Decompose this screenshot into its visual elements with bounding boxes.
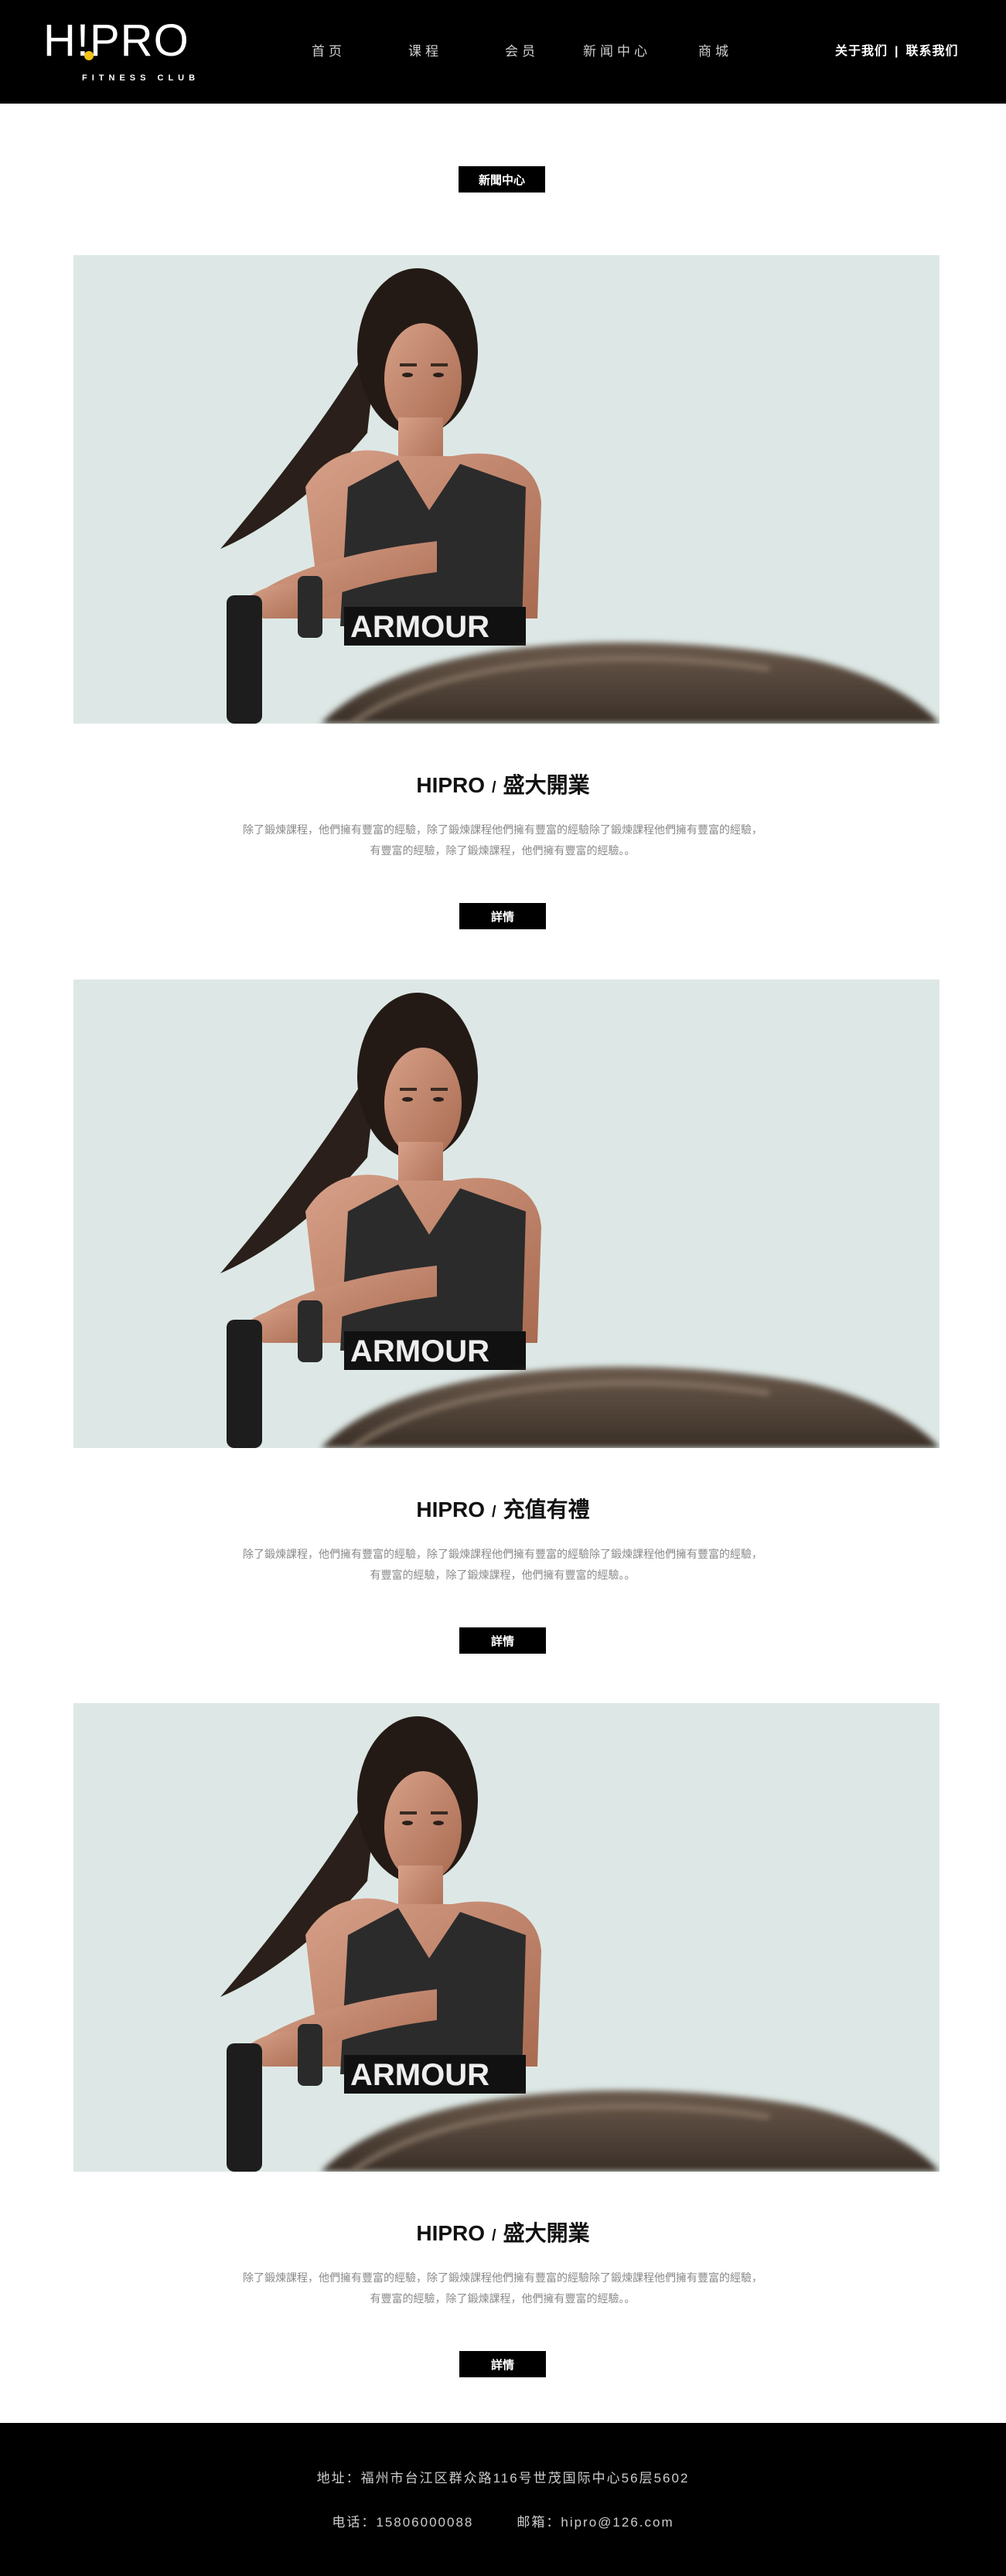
article-title-brand: HIPRO (416, 2221, 486, 2245)
article-title: HIPRO / 盛大開業 (0, 768, 1006, 799)
logo-wordmark: H!PRO (43, 15, 189, 66)
article-title: HIPRO / 盛大開業 (0, 2217, 1006, 2247)
logo-subtitle: FITNESS CLUB (82, 73, 200, 83)
footer-contact: 电话：15806000088 邮箱：hipro@126.com (0, 2511, 1006, 2530)
details-button[interactable]: 詳情 (459, 903, 546, 929)
logo-accent-dot (84, 51, 94, 60)
article-title-text: 充值有禮 (503, 1498, 590, 1521)
nav-item-membership[interactable]: 会员 (505, 40, 539, 60)
article-desc-line: 有豐富的經驗，除了鍛煉課程，他們擁有豐富的經驗。。 (370, 1569, 636, 1581)
article-description: 除了鍛煉課程，他們擁有豐富的經驗，除了鍛煉課程他們擁有豐富的經驗除了鍛煉課程他們… (193, 2268, 812, 2309)
details-button[interactable]: 詳情 (459, 2351, 546, 2377)
footer-address: 地址：福州市台江区群众路116号世茂国际中心56层5602 (316, 2471, 690, 2486)
nav-item-courses[interactable]: 课程 (408, 40, 442, 60)
footer-email[interactable]: 邮箱：hipro@126.com (517, 2515, 674, 2530)
article-title-separator: / (492, 1504, 496, 1521)
article-desc-line: 除了鍛煉課程，他們擁有豐富的經驗，除了鍛煉課程他們擁有豐富的經驗除了鍛煉課程他們… (243, 823, 762, 836)
article-desc-line: 有豐富的經驗，除了鍛煉課程，他們擁有豐富的經驗。。 (370, 2292, 636, 2305)
site-header: H!PRO FITNESS CLUB 首页 课程 会员 新闻中心 商城 关于我们… (0, 0, 1006, 104)
article-description: 除了鍛煉課程，他們擁有豐富的經驗，除了鍛煉課程他們擁有豐富的經驗除了鍛煉課程他們… (193, 1544, 812, 1586)
article-description: 除了鍛煉課程，他們擁有豐富的經驗，除了鍛煉課程他們擁有豐富的經驗除了鍛煉課程他們… (193, 819, 812, 861)
article-title-text: 盛大開業 (503, 773, 590, 797)
article-title-separator: / (492, 2227, 496, 2244)
site-footer: 地址：福州市台江区群众路116号世茂国际中心56层5602 电话：1580600… (0, 2423, 1006, 2576)
news-article: HIPRO / 盛大開業 除了鍛煉課程，他們擁有豐富的經驗，除了鍛煉課程他們擁有豐富… (0, 1703, 1006, 2377)
details-button[interactable]: 詳情 (459, 1627, 546, 1654)
nav-item-home[interactable]: 首页 (312, 40, 346, 60)
contact-us-link[interactable]: 联系我们 (906, 45, 959, 58)
article-title-brand: HIPRO (416, 1498, 486, 1521)
article-title: HIPRO / 充值有禮 (0, 1493, 1006, 1524)
section-title-badge: 新聞中心 (459, 166, 545, 193)
news-article: HIPRO / 充值有禮 除了鍛煉課程，他們擁有豐富的經驗，除了鍛煉課程他們擁有豐富… (0, 980, 1006, 1654)
article-desc-line: 除了鍛煉課程，他們擁有豐富的經驗，除了鍛煉課程他們擁有豐富的經驗除了鍛煉課程他們… (243, 1548, 762, 1560)
athlete-battle-ropes-photo[interactable] (73, 980, 940, 1448)
nav-item-shop[interactable]: 商城 (698, 40, 732, 60)
news-article: HIPRO / 盛大開業 除了鍛煉課程，他們擁有豐富的經驗，除了鍛煉課程他們擁有豐富… (0, 255, 1006, 929)
footer-phone: 电话：15806000088 (332, 2515, 474, 2530)
site-logo[interactable]: H!PRO FITNESS CLUB (43, 15, 240, 90)
article-title-separator: / (492, 779, 496, 796)
article-desc-line: 除了鍛煉課程，他們擁有豐富的經驗，除了鍛煉課程他們擁有豐富的經驗除了鍛煉課程他們… (243, 2271, 762, 2284)
athlete-battle-ropes-photo[interactable] (73, 1703, 940, 2172)
athlete-battle-ropes-photo[interactable] (73, 255, 940, 724)
top-links-separator: | (895, 45, 899, 58)
about-us-link[interactable]: 关于我们 (835, 45, 888, 58)
article-title-brand: HIPRO (416, 773, 486, 797)
article-desc-line: 有豐富的經驗，除了鍛煉課程，他們擁有豐富的經驗。。 (370, 844, 636, 857)
header-top-links: 关于我们 | 联系我们 (835, 40, 959, 59)
nav-item-news[interactable]: 新闻中心 (583, 40, 651, 60)
article-title-text: 盛大開業 (503, 2221, 590, 2245)
